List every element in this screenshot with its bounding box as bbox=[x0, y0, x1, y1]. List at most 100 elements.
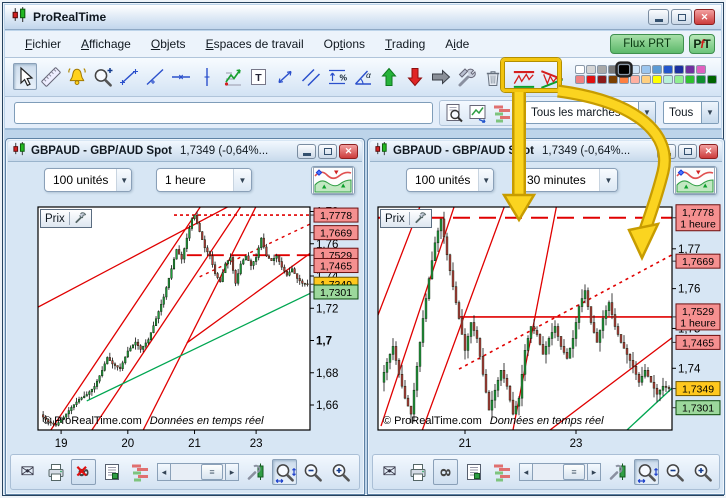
ruler-tool[interactable] bbox=[39, 63, 63, 90]
zoom-in-button[interactable] bbox=[690, 459, 715, 485]
price-panel-label[interactable]: Prix bbox=[40, 209, 92, 228]
color-swatch[interactable] bbox=[618, 64, 631, 75]
scrollbar-track[interactable]: ≡ bbox=[171, 463, 225, 481]
color-swatch[interactable] bbox=[575, 65, 585, 74]
scrollbar-thumb[interactable]: ≡ bbox=[201, 464, 223, 480]
market-list-button[interactable] bbox=[491, 102, 513, 124]
scrollbar-thumb[interactable]: ≡ bbox=[563, 464, 585, 480]
scrollbar-track[interactable]: ≡ bbox=[533, 463, 587, 481]
menu-aide[interactable]: Aide bbox=[442, 35, 472, 53]
price-chart[interactable]: © ProRealTime.comDonnées en temps réel1,… bbox=[8, 201, 362, 453]
search-input[interactable] bbox=[14, 102, 433, 124]
color-swatch[interactable] bbox=[641, 65, 651, 74]
news-button[interactable] bbox=[461, 459, 486, 485]
menu-affichage[interactable]: Affichage bbox=[78, 35, 134, 53]
color-swatch[interactable] bbox=[652, 65, 662, 74]
buy-arrow-tool[interactable] bbox=[377, 63, 401, 90]
prt-logo[interactable]: PfT bbox=[689, 34, 715, 54]
close-button[interactable]: ✕ bbox=[339, 144, 358, 159]
zoom-out-button[interactable] bbox=[662, 459, 687, 485]
color-swatch[interactable] bbox=[674, 75, 684, 84]
color-swatch[interactable] bbox=[597, 75, 607, 84]
minimize-button[interactable] bbox=[297, 144, 316, 159]
zoom-fit-button[interactable] bbox=[634, 459, 659, 485]
chart-settings-button[interactable] bbox=[606, 459, 631, 485]
units-dropdown[interactable]: 100 unités ▼ bbox=[406, 168, 494, 192]
color-swatch[interactable] bbox=[575, 75, 585, 84]
color-swatch[interactable] bbox=[663, 75, 673, 84]
color-swatch[interactable] bbox=[696, 65, 706, 74]
color-swatch[interactable] bbox=[641, 75, 651, 84]
zoom-fit-button[interactable] bbox=[272, 459, 297, 485]
color-swatch[interactable] bbox=[707, 75, 717, 84]
category-filter-dropdown[interactable]: Tous ▼ bbox=[663, 101, 719, 124]
color-swatch[interactable] bbox=[674, 65, 684, 74]
minimize-button[interactable] bbox=[648, 9, 669, 25]
color-swatch[interactable] bbox=[586, 65, 596, 74]
print-button[interactable] bbox=[43, 459, 68, 485]
auto-triangles-tool[interactable] bbox=[539, 65, 565, 92]
maximize-button[interactable] bbox=[671, 9, 692, 25]
market-depth-button[interactable] bbox=[127, 459, 152, 485]
indicator-tool[interactable] bbox=[221, 63, 245, 90]
restore-button[interactable] bbox=[318, 144, 337, 159]
color-swatch[interactable] bbox=[608, 75, 618, 84]
price-chart[interactable]: © ProRealTime.comDonnées en temps réel1,… bbox=[370, 201, 724, 453]
angle-tool[interactable]: α bbox=[351, 63, 375, 90]
symbol-search-button[interactable] bbox=[443, 102, 465, 124]
chart-window-titlebar[interactable]: GBPAUD - GBP/AUD Spot 1,7349 (-0,64%... … bbox=[370, 141, 722, 162]
chart-style-button[interactable] bbox=[311, 166, 355, 195]
segment-tool[interactable] bbox=[117, 63, 141, 90]
horizontal-scrollbar[interactable]: ◂ ≡▸ bbox=[519, 463, 601, 481]
select-tool[interactable] bbox=[13, 63, 37, 90]
text-tool[interactable]: T bbox=[247, 63, 271, 90]
color-swatch[interactable] bbox=[685, 75, 695, 84]
menu-espaces-de-travail[interactable]: Espaces de travail bbox=[203, 35, 307, 53]
zoom-out-button[interactable] bbox=[300, 459, 325, 485]
timeframe-dropdown[interactable]: 30 minutes ▼ bbox=[518, 168, 618, 192]
restore-button[interactable] bbox=[678, 144, 697, 159]
vertical-line-tool[interactable] bbox=[195, 63, 219, 90]
send-mail-button[interactable]: ✉ bbox=[377, 459, 402, 485]
scroll-left-button[interactable]: ◂ bbox=[157, 463, 171, 481]
zoom-tool[interactable] bbox=[91, 63, 115, 90]
color-swatch[interactable] bbox=[586, 75, 596, 84]
menu-trading[interactable]: Trading bbox=[382, 35, 428, 53]
new-chart-button[interactable] bbox=[467, 102, 489, 124]
zoom-in-button[interactable] bbox=[328, 459, 353, 485]
color-swatch[interactable] bbox=[663, 65, 673, 74]
color-swatch[interactable] bbox=[608, 65, 618, 74]
scroll-right-button[interactable]: ▸ bbox=[587, 463, 601, 481]
timeframe-dropdown[interactable]: 1 heure ▼ bbox=[156, 168, 252, 192]
market-depth-button[interactable] bbox=[489, 459, 514, 485]
send-mail-button[interactable]: ✉ bbox=[15, 459, 40, 485]
delete-tool[interactable] bbox=[481, 63, 505, 90]
scroll-right-button[interactable]: ▸ bbox=[225, 463, 239, 481]
menu-fichier[interactable]: Fichier bbox=[22, 35, 64, 53]
sell-arrow-tool[interactable] bbox=[403, 63, 427, 90]
continuation-arrow-tool[interactable] bbox=[429, 63, 453, 90]
menu-options[interactable]: Options bbox=[321, 35, 368, 53]
link-windows-button[interactable]: 8 bbox=[433, 459, 458, 485]
print-button[interactable] bbox=[405, 459, 430, 485]
color-swatch[interactable] bbox=[619, 75, 629, 84]
market-filter-dropdown[interactable]: Tous les marchés ▼ bbox=[525, 101, 656, 124]
alarm-tool[interactable] bbox=[65, 63, 89, 90]
menu-objets[interactable]: Objets bbox=[148, 35, 189, 53]
horizontal-scrollbar[interactable]: ◂ ≡▸ bbox=[157, 463, 239, 481]
trendline-tool[interactable] bbox=[143, 63, 167, 90]
color-swatch[interactable] bbox=[696, 75, 706, 84]
flux-prt-button[interactable]: Flux PRT bbox=[610, 34, 684, 54]
close-button[interactable]: ✕ bbox=[699, 144, 718, 159]
chart-settings-button[interactable] bbox=[244, 459, 269, 485]
price-panel-label[interactable]: Prix bbox=[380, 209, 432, 228]
parallel-lines-tool[interactable] bbox=[299, 63, 323, 90]
settings-tool[interactable] bbox=[455, 63, 479, 90]
units-dropdown[interactable]: 100 unités ▼ bbox=[44, 168, 132, 192]
color-swatch[interactable] bbox=[685, 65, 695, 74]
color-swatch[interactable] bbox=[652, 75, 662, 84]
close-button[interactable]: ✕ bbox=[694, 9, 715, 25]
scroll-left-button[interactable]: ◂ bbox=[519, 463, 533, 481]
color-swatch[interactable] bbox=[630, 75, 640, 84]
double-arrow-tool[interactable] bbox=[273, 63, 297, 90]
